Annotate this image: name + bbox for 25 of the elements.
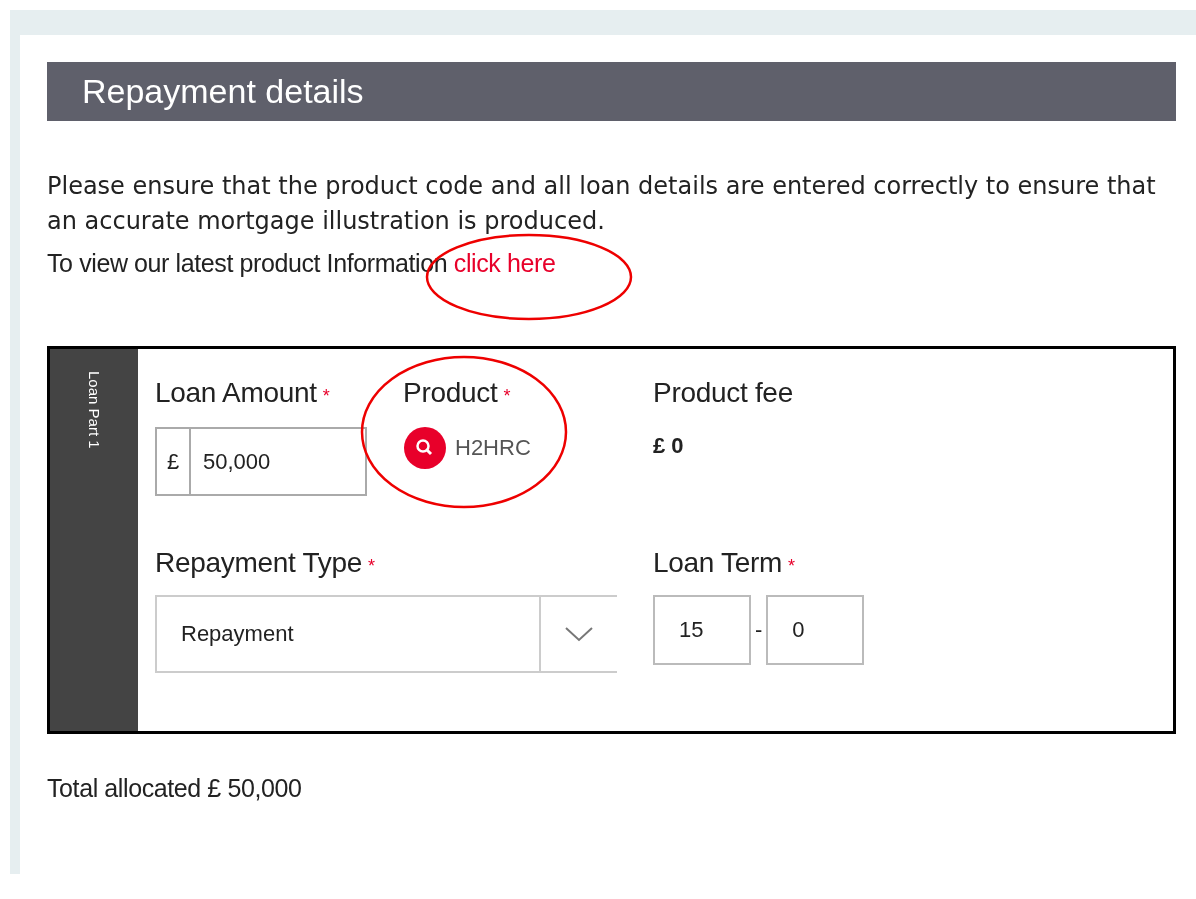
amount-input[interactable]: 50,000 [191,429,365,494]
caret-icon [564,626,594,642]
section-header: Repayment details [47,62,1176,121]
term-years-field[interactable]: 15 [653,595,751,665]
term-separator: - [755,617,763,643]
loan-amount-field[interactable]: £ 50,000 [155,427,367,496]
product-code: H2HRC [455,435,531,461]
product-fee-value: £ 0 [653,433,685,459]
intro-text: Please ensure that the product code and all loan details are entered correctly to ensure that an accurate mortgage illustration is produced. [47,171,1157,237]
required-mark: * [788,556,795,577]
total-allocated: Total allocated £ 50,000 [47,774,303,803]
loan-term-label: Loan Term [653,547,783,579]
product-info-link[interactable]: click here [453,249,556,277]
product-label: Product [403,377,498,409]
required-mark: * [367,556,375,577]
loan-amount-label: Loan Amount [155,377,317,409]
term-months-field[interactable]: 0 [766,595,865,665]
repayment-type-label: Repayment Type [155,547,362,579]
required-mark: * [503,386,511,407]
repayment-type-input[interactable]: Repayment [157,597,539,671]
search-icon[interactable] [403,427,447,469]
product-fee-label: Product fee [653,377,793,409]
repayment-type-dropdown[interactable]: Repayment [155,595,617,673]
loan-part-label: Loan Part 1 [85,371,103,449]
required-mark: * [322,386,330,407]
